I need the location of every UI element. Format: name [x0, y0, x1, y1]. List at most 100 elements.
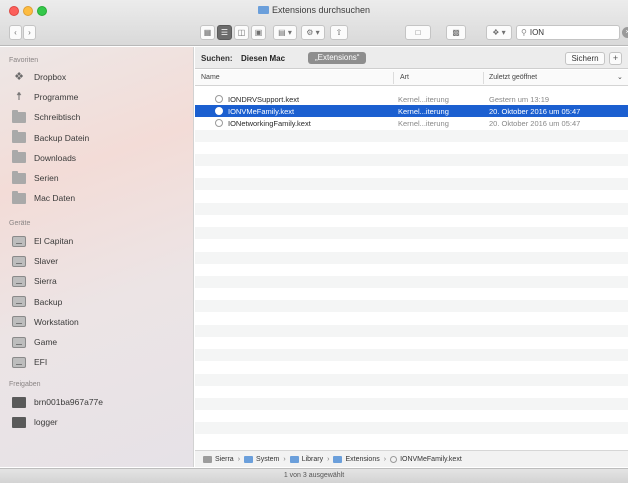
forward-button[interactable]: › — [23, 25, 36, 40]
search-icon: ⚲ — [521, 28, 527, 37]
sidebar-item[interactable]: Schreibtisch — [12, 109, 80, 125]
sidebar-item[interactable]: Sierra — [12, 273, 57, 289]
sidebar-item-label: Serien — [34, 173, 59, 183]
path-segment[interactable]: Extensions — [333, 455, 380, 463]
action-button[interactable]: ⚙ ▾ — [301, 25, 325, 40]
chevron-right-icon: › — [28, 28, 31, 37]
file-row[interactable]: IONDRVSupport.kext Kernel...iterung Gester… — [195, 93, 628, 105]
empty-row — [195, 300, 628, 313]
view-icons-button[interactable]: ▦ — [200, 25, 215, 40]
path-segment-label: Library — [301, 455, 324, 463]
empty-row — [195, 191, 628, 203]
trash-button[interactable]: ▩ — [446, 25, 466, 40]
file-row[interactable]: IONVMeFamily.kext Kernel...iterung 20. Okt… — [195, 105, 628, 118]
file-row[interactable]: IONetworkingFamily.kext Kernel...iterung 2… — [195, 117, 628, 129]
icon-view-icon: ▦ — [203, 28, 212, 37]
column-header-date[interactable]: Zuletzt geöffnet — [489, 74, 537, 81]
share-button[interactable]: ⇧ — [330, 25, 348, 40]
sidebar-item-label: El Capitan — [34, 236, 74, 246]
column-header-kind[interactable]: Art — [400, 74, 409, 81]
view-columns-button[interactable]: ◫ — [234, 25, 249, 40]
path-separator-icon: › — [383, 455, 387, 463]
folder-icon — [12, 190, 26, 204]
column-header-name[interactable]: Name — [201, 74, 220, 81]
empty-row — [195, 410, 628, 422]
disk-icon — [12, 275, 26, 287]
file-kind: Kernel...iterung — [398, 119, 449, 129]
path-bar: Sierra › System › Library › Extensions › IONVMeF… — [195, 450, 628, 467]
sidebar-item[interactable]: EFI — [12, 354, 47, 370]
path-segment[interactable]: System — [244, 455, 279, 463]
kext-file-icon — [215, 107, 223, 116]
file-kind: Kernel...iterung — [398, 95, 449, 104]
new-folder-button[interactable]: □ — [405, 25, 431, 40]
sidebar-item[interactable]: Serien — [12, 170, 59, 186]
add-criteria-button[interactable]: + — [609, 52, 622, 65]
disk-icon — [12, 316, 26, 328]
empty-row — [195, 349, 628, 362]
save-search-button[interactable]: Sichern — [565, 52, 605, 65]
sidebar-item[interactable]: Game — [12, 334, 57, 350]
desktop-folder-icon — [12, 109, 26, 123]
empty-row — [195, 227, 628, 240]
sidebar-item-label: EFI — [34, 357, 48, 368]
file-list[interactable]: IONDRVSupport.kext Kernel...iterung Gester… — [195, 87, 628, 443]
sidebar-heading-favorites: Favoriten — [9, 57, 39, 64]
sidebar-item-label: Programme — [34, 92, 79, 103]
sidebar-item-label: Backup Datein — [34, 132, 90, 143]
sidebar-item[interactable]: Backup — [12, 294, 62, 310]
sidebar-item[interactable]: ☨ Programme — [12, 89, 78, 105]
path-segment[interactable]: Library — [289, 455, 324, 463]
empty-row — [195, 288, 628, 300]
kext-file-icon — [390, 455, 398, 463]
sidebar-item-label: Dropbox — [34, 72, 67, 82]
view-list-button[interactable]: ☰ — [217, 25, 232, 40]
window-title: Extensions durchsuchen — [0, 5, 628, 15]
empty-row — [195, 361, 628, 373]
sidebar-item[interactable]: Downloads — [12, 150, 76, 166]
clear-search-icon[interactable]: × — [622, 27, 628, 38]
time-machine-disk-icon — [12, 296, 26, 308]
view-gallery-button[interactable]: ▣ — [251, 25, 266, 40]
chevron-down-icon[interactable]: ⌄ — [617, 73, 623, 81]
sidebar-item[interactable]: El Capitan — [12, 233, 73, 249]
file-date: 20. Oktober 2016 um 05:47 — [489, 119, 581, 129]
path-segment[interactable]: IONVMeFamily.kext — [390, 455, 462, 463]
network-host-icon — [12, 416, 26, 428]
search-input-value[interactable]: ION — [530, 28, 544, 37]
dropbox-toolbar-button[interactable]: ❖ ▾ — [486, 25, 512, 40]
arrange-button[interactable]: ▤ ▾ — [273, 25, 297, 40]
column-divider — [483, 72, 484, 84]
status-text: 1 von 3 ausgewählt — [283, 472, 345, 479]
empty-row — [195, 154, 628, 166]
search-field[interactable]: ⚲ ION × — [516, 25, 628, 40]
folder-icon — [289, 455, 299, 463]
folder-icon — [244, 455, 254, 463]
sidebar-item[interactable]: Mac Daten — [12, 190, 75, 206]
sidebar-item[interactable]: Backup Datein — [12, 130, 89, 146]
path-segment[interactable]: Sierra — [203, 455, 234, 463]
back-button[interactable]: ‹ — [9, 25, 22, 40]
empty-row — [195, 202, 628, 215]
sidebar-item[interactable]: logger — [12, 414, 58, 430]
network-host-icon — [12, 396, 26, 408]
path-segment-label: IONVMeFamily.kext — [400, 455, 462, 463]
sidebar-item[interactable]: Workstation — [12, 314, 79, 330]
share-icon: ⇧ — [335, 28, 343, 37]
sidebar-item-label: Schreibtisch — [34, 112, 81, 123]
scope-this-mac[interactable]: Diesen Mac — [241, 54, 285, 63]
dropbox-icon: ❖ ▾ — [492, 28, 506, 37]
sidebar-item[interactable]: ❖ Dropbox — [12, 69, 66, 85]
column-view-icon: ◫ — [237, 28, 246, 37]
scope-folder-tag[interactable]: „Extensions“ — [308, 52, 367, 64]
empty-row — [195, 386, 628, 398]
file-kind: Kernel...iterung — [398, 107, 449, 117]
gear-icon: ⚙ ▾ — [306, 28, 320, 37]
disk-icon — [203, 455, 212, 463]
sidebar-item[interactable]: brn001ba967a77e — [12, 394, 103, 410]
chevron-left-icon: ‹ — [14, 28, 17, 37]
file-name: IONVMeFamily.kext — [228, 107, 295, 117]
window-title-text: Extensions durchsuchen — [271, 5, 371, 15]
column-headers: Name Art Zuletzt geöffnet ⌄ — [195, 70, 628, 86]
sidebar-item[interactable]: Slaver — [12, 253, 58, 269]
